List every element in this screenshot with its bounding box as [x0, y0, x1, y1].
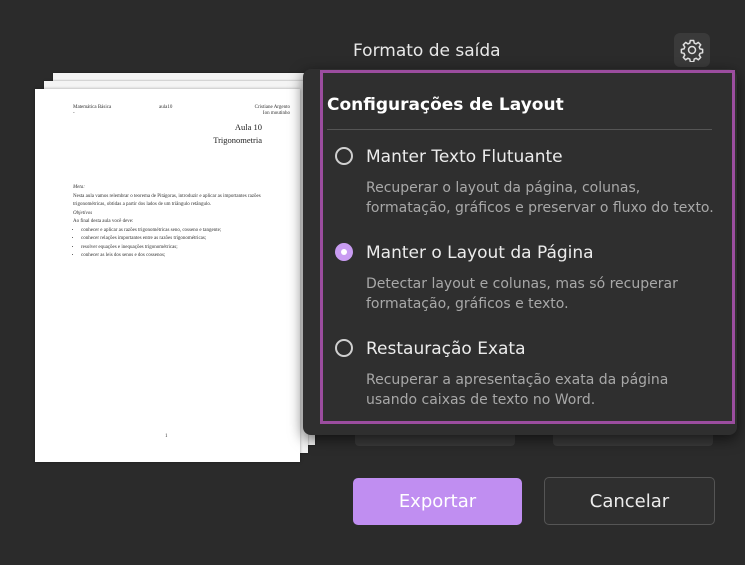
preview-objectives-intro: Ao final desta aula você deve:	[73, 219, 134, 224]
option-label[interactable]: Restauração Exata	[366, 338, 526, 360]
preview-body: Meta: Nesta aula vamos relembrar o teore…	[73, 184, 268, 261]
preview-header-left: Matemática Básica	[73, 105, 112, 110]
output-format-title: Formato de saída	[353, 41, 501, 61]
radio-keep-floating-text[interactable]	[335, 147, 353, 165]
list-item: resolver equações e inequações trigonomé…	[81, 244, 268, 253]
preview-subject: Trigonometria	[213, 135, 262, 145]
divider	[327, 129, 712, 130]
preview-objectives-label: Objetivos	[73, 210, 93, 216]
preview-header-right2: Ion moutinho	[262, 111, 290, 116]
radio-keep-page-layout[interactable]	[335, 243, 353, 261]
preview-aula: Aula 10	[234, 122, 262, 132]
radio-exact-restoration[interactable]	[335, 339, 353, 357]
preview-objectives-list: conhecer e aplicar as razões trigonométr…	[73, 227, 268, 261]
option-description: Recuperar o layout da página, colunas, f…	[366, 180, 714, 216]
list-item: conhecer as leis dos senos e dos cosseno…	[81, 252, 268, 261]
preview-header-left-dot: -	[73, 111, 75, 116]
cancel-button[interactable]: Cancelar	[544, 477, 715, 525]
preview-header-mid: aula10	[159, 105, 173, 110]
option-description: Recuperar a apresentação exata da página…	[366, 372, 669, 408]
option-label[interactable]: Manter Texto Flutuante	[366, 146, 563, 168]
preview-meta-text: Nesta aula vamos relembrar o teorema de …	[73, 193, 261, 208]
document-preview: Matemática Básica - aula10 Cristiane Arg…	[35, 89, 300, 462]
gear-icon	[680, 39, 704, 62]
preview-page-number: 1	[165, 434, 168, 439]
option-label[interactable]: Manter o Layout da Página	[366, 242, 594, 264]
list-item: conhecer e aplicar as razões trigonométr…	[81, 227, 268, 236]
preview-meta-label: Meta:	[73, 185, 85, 190]
export-dialog: Formato de saída Matemática Básica - aul…	[0, 0, 745, 565]
export-button[interactable]: Exportar	[353, 478, 522, 525]
list-item: conhecer relações importantes entre as r…	[81, 235, 268, 244]
option-description: Detectar layout e colunas, mas só recupe…	[366, 276, 678, 312]
layout-settings-title: Configurações de Layout	[327, 95, 564, 115]
settings-button[interactable]	[674, 33, 710, 67]
